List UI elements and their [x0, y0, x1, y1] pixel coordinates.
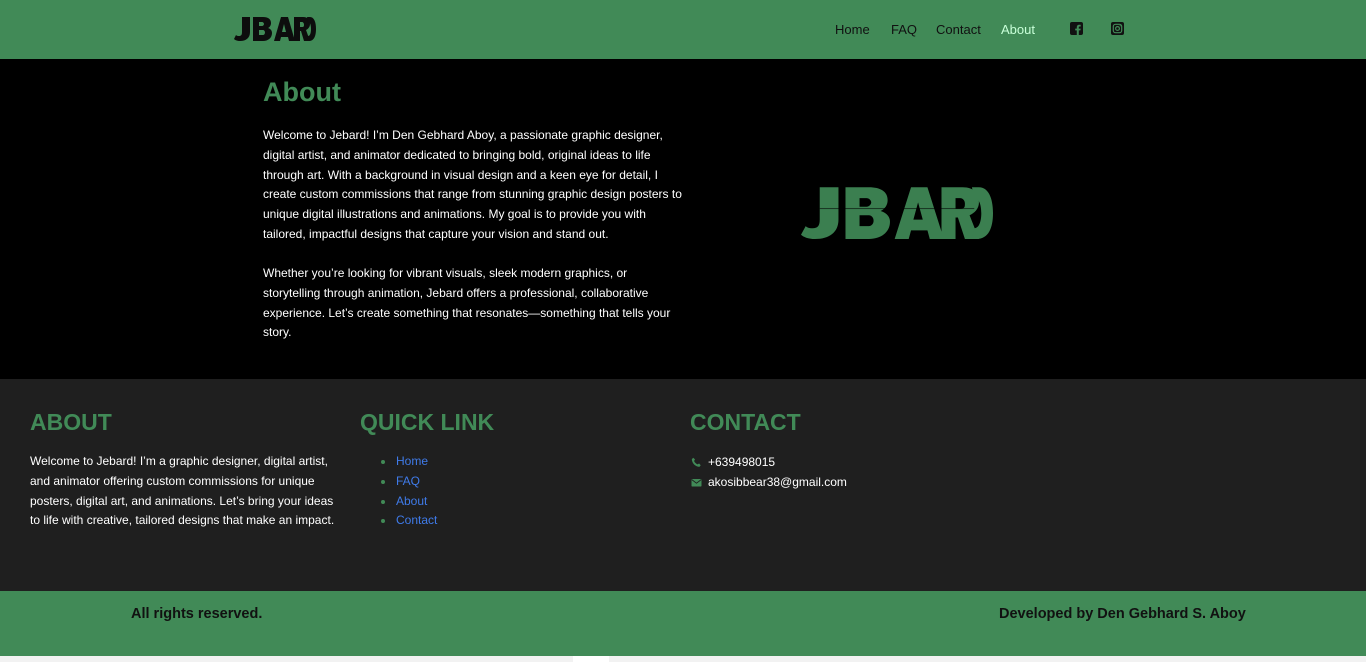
rights-text: All rights reserved. [131, 606, 263, 622]
horizontal-scrollbar[interactable] [0, 656, 1366, 662]
footer-quick-link-heading: QUICK LINK [360, 409, 495, 435]
footer-quick-links: Home FAQ About Contact [381, 452, 437, 531]
jebard-hero-logo [801, 183, 993, 239]
jebard-logo[interactable] [234, 15, 316, 41]
contact-email-text[interactable]: akosibbear38@gmail.com [708, 475, 847, 489]
about-paragraph-1: Welcome to Jebard! I’m Den Gebhard Aboy,… [263, 128, 682, 241]
footer-link-contact[interactable]: Contact [381, 511, 437, 531]
nav-about[interactable]: About [1001, 22, 1035, 37]
footer-link-about[interactable]: About [381, 492, 437, 512]
footer-about-heading: ABOUT [30, 409, 112, 435]
footer-contact-heading: CONTACT [690, 409, 801, 435]
top-navbar [0, 0, 1366, 59]
copyright-bar [0, 591, 1366, 656]
phone-icon [691, 457, 702, 468]
developer-credit: Developed by Den Gebhard S. Aboy [999, 606, 1246, 622]
footer-about-text: Welcome to Jebard! I’m a graphic designe… [30, 454, 335, 528]
page-title: About [263, 77, 341, 107]
contact-phone-text: +639498015 [708, 455, 776, 469]
about-paragraph-2: Whether you’re looking for vibrant visua… [263, 266, 671, 340]
envelope-icon [691, 477, 702, 488]
nav-contact[interactable]: Contact [936, 22, 981, 37]
nav-faq[interactable]: FAQ [891, 22, 917, 37]
scrollbar-thumb[interactable] [573, 656, 609, 662]
about-hero-section [0, 59, 1366, 379]
nav-home[interactable]: Home [835, 22, 870, 37]
footer-link-home[interactable]: Home [381, 452, 437, 472]
facebook-icon[interactable] [1070, 22, 1083, 35]
instagram-icon[interactable] [1111, 22, 1124, 35]
contact-phone: +639498015 [691, 455, 775, 469]
footer-link-faq[interactable]: FAQ [381, 472, 437, 492]
contact-email: akosibbear38@gmail.com [691, 475, 847, 489]
